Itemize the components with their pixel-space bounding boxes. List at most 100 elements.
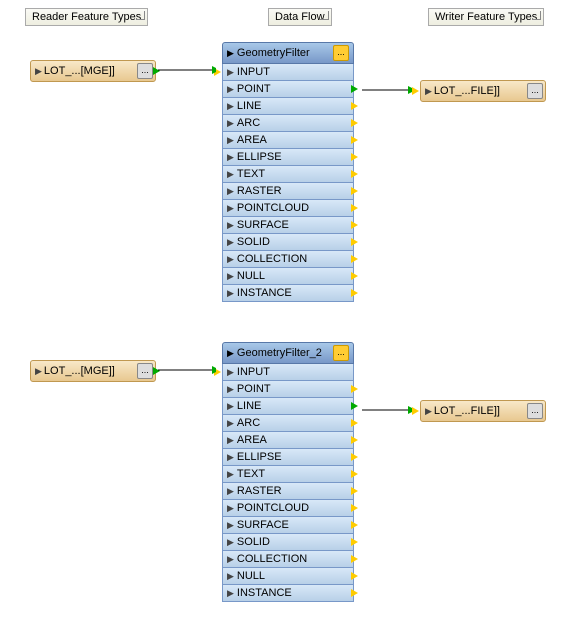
writer-node[interactable]: ▶ LOT_...FILE]] ... (420, 400, 546, 422)
chevron-right-icon: ▶ (227, 486, 234, 497)
port-label: POINTCLOUD (237, 502, 349, 514)
chevron-right-icon: ▶ (35, 366, 42, 377)
port-label: AREA (237, 134, 349, 146)
reader-node[interactable]: ▶ LOT_...[MGE]] ... (30, 60, 156, 82)
port-instance[interactable]: ▶INSTANCE (222, 585, 354, 602)
reader-props-button[interactable]: ... (137, 63, 153, 79)
port-label: SURFACE (237, 219, 349, 231)
writer-props-button[interactable]: ... (527, 403, 543, 419)
port-label: INSTANCE (237, 587, 349, 599)
port-label: RASTER (237, 485, 349, 497)
writer-props-button[interactable]: ... (527, 83, 543, 99)
port-label: AREA (237, 434, 349, 446)
chevron-right-icon: ▶ (227, 271, 234, 282)
chevron-right-icon: ▶ (227, 67, 234, 78)
chevron-right-icon: ▶ (227, 348, 234, 359)
chevron-right-icon: ▶ (425, 86, 432, 97)
chevron-right-icon: ▶ (227, 186, 234, 197)
transformer-props-button[interactable]: ... (333, 345, 349, 361)
writer-label: LOT_...FILE]] (434, 405, 527, 417)
port-label: TEXT (237, 168, 349, 180)
port-line[interactable]: ▶LINE (222, 98, 354, 115)
port-input[interactable]: ▶INPUT (222, 364, 354, 381)
port-point[interactable]: ▶POINT (222, 81, 354, 98)
chevron-right-icon: ▶ (227, 520, 234, 531)
port-point[interactable]: ▶POINT (222, 381, 354, 398)
chevron-right-icon: ▶ (227, 537, 234, 548)
port-null[interactable]: ▶NULL (222, 268, 354, 285)
port-pointcloud[interactable]: ▶POINTCLOUD (222, 500, 354, 517)
header-writer: Writer Feature Types (428, 8, 544, 26)
port-collection[interactable]: ▶COLLECTION (222, 551, 354, 568)
connection-r1-t1 (158, 66, 216, 78)
port-label: COLLECTION (237, 553, 349, 565)
transformer-geometryfilter-2[interactable]: ▶ GeometryFilter_2 ... ▶INPUT ▶POINT ▶LI… (222, 342, 354, 602)
port-instance[interactable]: ▶INSTANCE (222, 285, 354, 302)
port-label: COLLECTION (237, 253, 349, 265)
transformer-header[interactable]: ▶ GeometryFilter ... (222, 42, 354, 64)
port-ellipse[interactable]: ▶ELLIPSE (222, 149, 354, 166)
port-collection[interactable]: ▶COLLECTION (222, 251, 354, 268)
port-arc[interactable]: ▶ARC (222, 115, 354, 132)
reader-label: LOT_...[MGE]] (44, 65, 137, 77)
chevron-right-icon: ▶ (35, 66, 42, 77)
chevron-right-icon: ▶ (227, 435, 234, 446)
port-label: ARC (237, 417, 349, 429)
chevron-right-icon: ▶ (227, 401, 234, 412)
chevron-right-icon: ▶ (227, 48, 234, 59)
header-dataflow: Data Flow (268, 8, 332, 26)
port-input[interactable]: ▶INPUT (222, 64, 354, 81)
port-label: POINT (237, 83, 349, 95)
port-label: SURFACE (237, 519, 349, 531)
reader-node[interactable]: ▶ LOT_...[MGE]] ... (30, 360, 156, 382)
chevron-right-icon: ▶ (227, 367, 234, 378)
connection-t2-w2 (362, 406, 412, 418)
chevron-right-icon: ▶ (227, 203, 234, 214)
port-label: TEXT (237, 468, 349, 480)
transformer-header[interactable]: ▶ GeometryFilter_2 ... (222, 342, 354, 364)
writer-node[interactable]: ▶ LOT_...FILE]] ... (420, 80, 546, 102)
chevron-right-icon: ▶ (227, 469, 234, 480)
port-label: INPUT (237, 366, 349, 378)
port-label: ELLIPSE (237, 151, 349, 163)
transformer-name: GeometryFilter (237, 47, 333, 59)
port-text[interactable]: ▶TEXT (222, 466, 354, 483)
port-raster[interactable]: ▶RASTER (222, 183, 354, 200)
chevron-right-icon: ▶ (227, 288, 234, 299)
port-label: SOLID (237, 236, 349, 248)
chevron-right-icon: ▶ (227, 118, 234, 129)
port-label: RASTER (237, 185, 349, 197)
port-area[interactable]: ▶AREA (222, 432, 354, 449)
port-line[interactable]: ▶LINE (222, 398, 354, 415)
transformer-name: GeometryFilter_2 (237, 347, 333, 359)
chevron-right-icon: ▶ (227, 571, 234, 582)
port-raster[interactable]: ▶RASTER (222, 483, 354, 500)
chevron-right-icon: ▶ (227, 237, 234, 248)
port-text[interactable]: ▶TEXT (222, 166, 354, 183)
chevron-right-icon: ▶ (227, 503, 234, 514)
port-surface[interactable]: ▶SURFACE (222, 217, 354, 234)
port-label: POINT (237, 383, 349, 395)
chevron-right-icon: ▶ (227, 554, 234, 565)
port-label: ARC (237, 117, 349, 129)
chevron-right-icon: ▶ (227, 101, 234, 112)
chevron-right-icon: ▶ (227, 169, 234, 180)
port-pointcloud[interactable]: ▶POINTCLOUD (222, 200, 354, 217)
port-solid[interactable]: ▶SOLID (222, 534, 354, 551)
port-label: NULL (237, 270, 349, 282)
transformer-props-button[interactable]: ... (333, 45, 349, 61)
writer-label: LOT_...FILE]] (434, 85, 527, 97)
chevron-right-icon: ▶ (227, 220, 234, 231)
port-area[interactable]: ▶AREA (222, 132, 354, 149)
port-null[interactable]: ▶NULL (222, 568, 354, 585)
chevron-right-icon: ▶ (227, 418, 234, 429)
connection-r2-t2 (158, 366, 216, 378)
reader-props-button[interactable]: ... (137, 363, 153, 379)
port-solid[interactable]: ▶SOLID (222, 234, 354, 251)
transformer-geometryfilter[interactable]: ▶ GeometryFilter ... ▶INPUT ▶POINT ▶LINE… (222, 42, 354, 302)
port-arc[interactable]: ▶ARC (222, 415, 354, 432)
reader-label: LOT_...[MGE]] (44, 365, 137, 377)
port-surface[interactable]: ▶SURFACE (222, 517, 354, 534)
port-label: POINTCLOUD (237, 202, 349, 214)
port-ellipse[interactable]: ▶ELLIPSE (222, 449, 354, 466)
